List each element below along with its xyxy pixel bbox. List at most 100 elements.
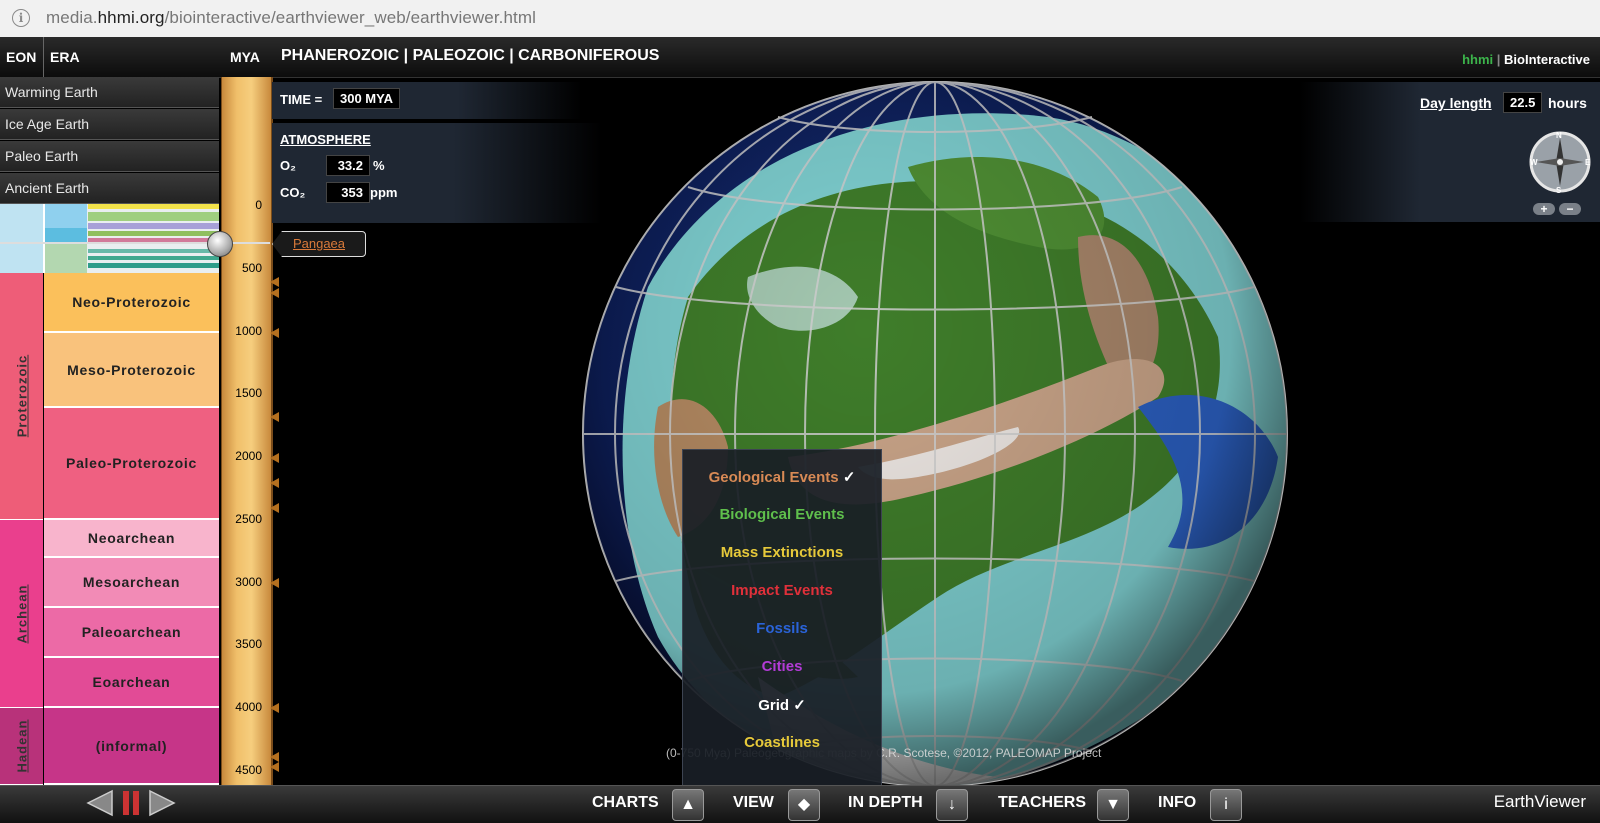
mya-ruler[interactable] — [221, 77, 273, 785]
event-marker[interactable] — [270, 578, 279, 588]
period-title: PHANEROZOIC | PALEOZOIC | CARBONIFEROUS — [281, 47, 660, 64]
era-neo-proterozoic[interactable]: Neo-Proterozoic — [44, 273, 219, 333]
mini-eon-phanerozoic — [0, 204, 45, 273]
mini-era-paleozoic — [45, 242, 87, 273]
view-option-biological-events[interactable]: Biological Events — [683, 506, 881, 523]
time-label: TIME = — [280, 92, 323, 107]
era-meso-proterozoic[interactable]: Meso-Proterozoic — [44, 333, 219, 408]
step-forward-icon[interactable] — [148, 789, 176, 817]
mini-period-band — [88, 223, 219, 229]
info-icon[interactable]: i — [1210, 789, 1242, 821]
ruler-label-0: 0 — [255, 198, 262, 212]
ruler-label-500: 500 — [241, 261, 262, 275]
menu-paleo-earth[interactable]: Paleo Earth — [0, 141, 219, 172]
mini-period-band — [88, 256, 219, 260]
pangaea-event-tag[interactable]: Pangaea — [272, 231, 366, 257]
event-marker[interactable] — [270, 328, 279, 338]
day-length-unit: hours — [1548, 95, 1587, 111]
era-paleo-proterozoic[interactable]: Paleo-Proterozoic — [44, 408, 219, 520]
compass-n: N — [1556, 131, 1562, 140]
mini-era-mesozoic — [45, 228, 87, 242]
view-option-grid[interactable]: Grid ✓ — [683, 696, 881, 714]
view-option-cities[interactable]: Cities — [683, 658, 881, 675]
ruler-label-1000: 1000 — [235, 324, 262, 338]
day-length-label[interactable]: Day length — [1420, 95, 1492, 111]
mini-period-band — [88, 204, 219, 209]
event-marker[interactable] — [270, 478, 279, 488]
time-slider-handle[interactable] — [207, 231, 233, 257]
ruler-label-4000: 4000 — [235, 700, 262, 714]
compass-e: E — [1585, 158, 1591, 167]
step-back-icon[interactable] — [86, 789, 114, 817]
event-marker[interactable] — [270, 752, 279, 762]
day-length-value: 22.5 — [1503, 92, 1543, 113]
co2-unit: ppm — [370, 185, 398, 200]
event-marker[interactable] — [270, 503, 279, 513]
check-icon: ✓ — [793, 697, 806, 714]
site-info-icon[interactable]: i — [12, 9, 30, 27]
eon-archean[interactable]: Archean — [0, 520, 43, 708]
view-option-impact-events[interactable]: Impact Events — [683, 582, 881, 599]
ruler-label-4500: 4500 — [235, 763, 262, 777]
event-marker[interactable] — [270, 762, 279, 772]
zoom-in-button[interactable]: + — [1533, 203, 1555, 215]
nav-in-depth-label[interactable]: IN DEPTH — [848, 794, 923, 812]
hhmi-logo[interactable]: hhmi | BioInteractive — [1462, 52, 1590, 67]
mya-header: MYA — [230, 49, 260, 65]
co2-label: CO₂ — [280, 185, 306, 200]
ruler-label-3500: 3500 — [235, 637, 262, 651]
mini-period-band — [88, 231, 219, 236]
event-marker[interactable] — [270, 277, 279, 287]
ruler-label-1500: 1500 — [235, 386, 262, 400]
logo-hhmi: hhmi — [1462, 52, 1494, 67]
charts-icon[interactable]: ▲ — [672, 789, 704, 821]
menu-warming-earth[interactable]: Warming Earth — [0, 77, 219, 108]
event-marker[interactable] — [270, 288, 279, 298]
view-option-mass-extinctions[interactable]: Mass Extinctions — [683, 544, 881, 561]
earthviewer-brand: EarthViewer — [1493, 792, 1586, 811]
zoomed-timeline-strip[interactable] — [0, 204, 219, 273]
menu-ancient-earth[interactable]: Ancient Earth — [0, 173, 219, 204]
ruler-label-3000: 3000 — [235, 575, 262, 589]
mini-period-band — [88, 263, 219, 268]
atmosphere-title[interactable]: ATMOSPHERE — [280, 132, 371, 147]
nav-view-label[interactable]: VIEW — [733, 794, 774, 812]
url-text[interactable]: media.hhmi.org/biointeractive/earthviewe… — [46, 8, 536, 28]
event-marker[interactable] — [270, 412, 279, 422]
logo-biointeractive: BioInteractive — [1504, 52, 1590, 67]
layers-icon[interactable]: ◆ — [788, 789, 820, 821]
co2-value: 353 — [326, 182, 370, 203]
view-option-coastlines[interactable]: Coastlines — [683, 734, 881, 751]
event-marker[interactable] — [270, 453, 279, 463]
eon-header: EON — [6, 49, 37, 65]
nav-charts-label[interactable]: CHARTS — [592, 794, 659, 812]
view-option-fossils[interactable]: Fossils — [683, 620, 881, 637]
event-marker[interactable] — [270, 703, 279, 713]
time-value: 300 MYA — [333, 88, 400, 109]
o2-label: O₂ — [280, 158, 296, 173]
mini-period-band — [88, 249, 219, 253]
view-dropdown: Geological Events ✓ Biological Events Ma… — [682, 449, 882, 787]
era-paleoarchean[interactable]: Paleoarchean — [44, 608, 219, 658]
era-hadean-informal[interactable]: (informal) — [44, 708, 219, 785]
menu-ice-age-earth[interactable]: Ice Age Earth — [0, 109, 219, 140]
era-header: ERA — [50, 49, 80, 65]
check-icon: ✓ — [842, 469, 856, 486]
mini-era-cenozoic — [45, 204, 87, 228]
eon-proterozoic[interactable]: Proterozoic — [0, 273, 43, 520]
pause-icon[interactable] — [117, 789, 145, 817]
o2-value: 33.2 — [326, 155, 370, 176]
zoom-out-button[interactable]: − — [1559, 203, 1581, 215]
nav-teachers-label[interactable]: TEACHERS — [998, 794, 1086, 812]
era-mesoarchean[interactable]: Mesoarchean — [44, 558, 219, 608]
era-neoarchean[interactable]: Neoarchean — [44, 520, 219, 558]
compass-w: W — [1530, 158, 1538, 167]
view-option-geological-events[interactable]: Geological Events ✓ — [683, 468, 881, 486]
eon-hadean[interactable]: Hadean — [0, 708, 43, 785]
graduation-cap-icon[interactable]: ▼ — [1097, 789, 1129, 821]
nav-info-label[interactable]: INFO — [1158, 794, 1196, 812]
compass-s: S — [1556, 186, 1562, 195]
down-arrow-icon[interactable]: ↓ — [936, 789, 968, 821]
mini-period-band — [88, 212, 219, 221]
era-eoarchean[interactable]: Eoarchean — [44, 658, 219, 708]
